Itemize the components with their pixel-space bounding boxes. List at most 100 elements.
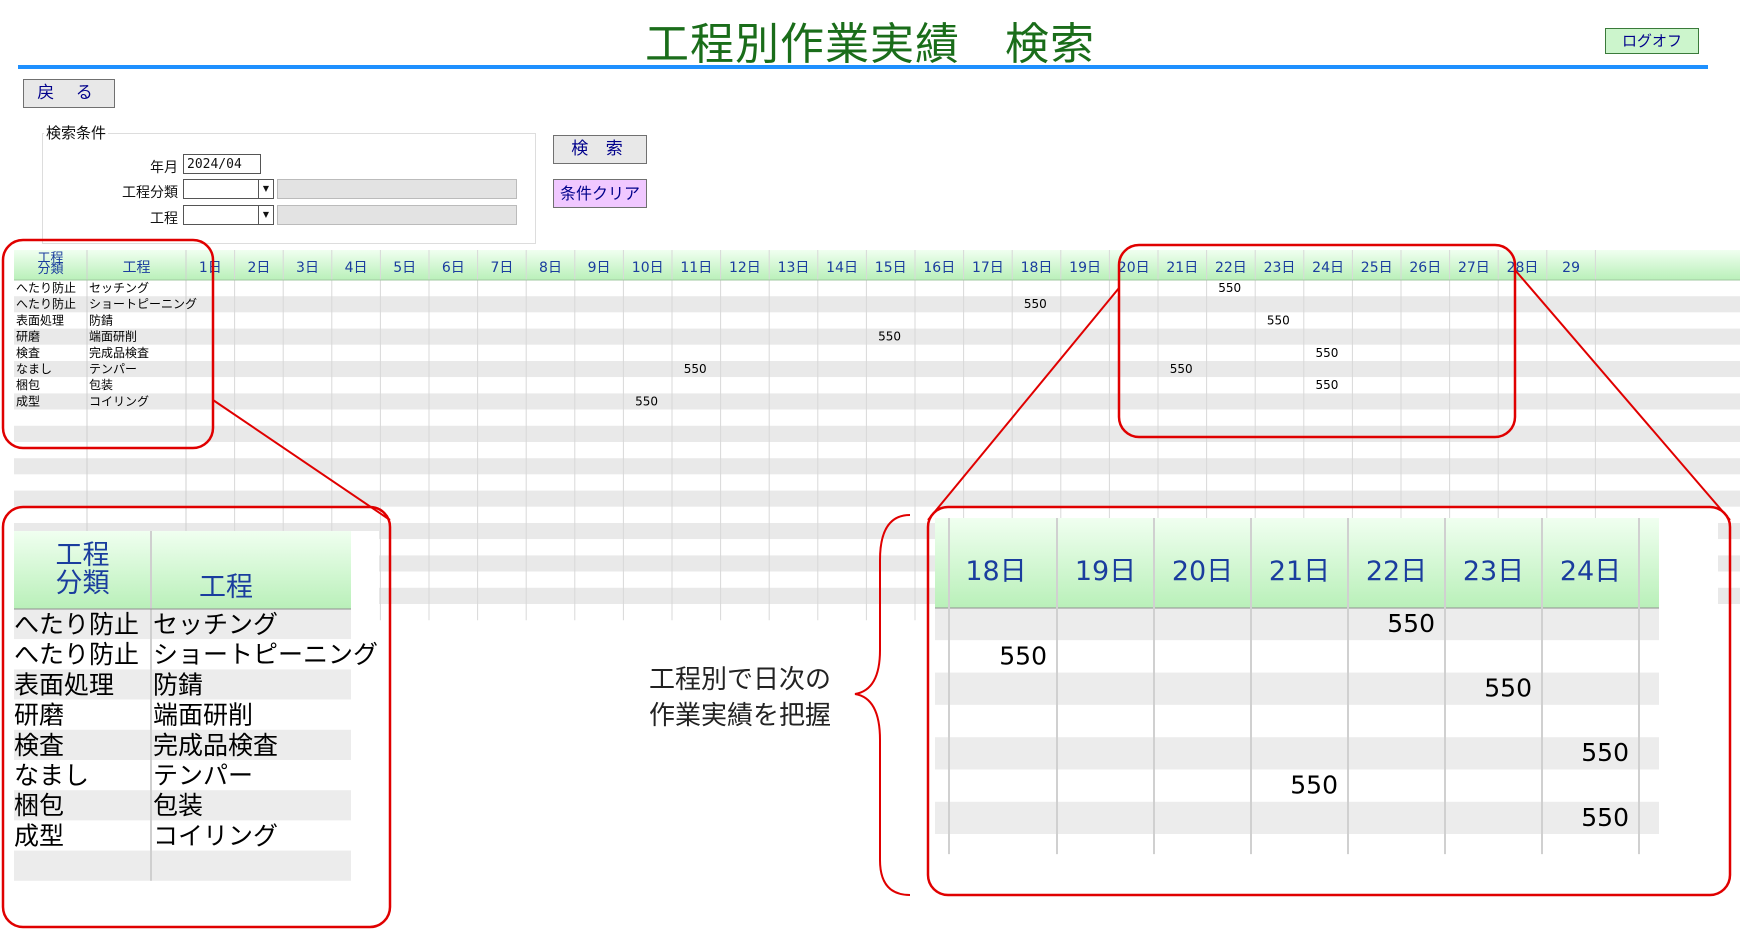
zoom-row-process: ショートピーニング — [153, 640, 378, 669]
row-process: セッチング — [89, 281, 149, 295]
zoom-cell-value: 550 — [1290, 771, 1338, 800]
table-row — [14, 393, 1740, 410]
zoom-row — [935, 608, 1659, 641]
year-month-label: 年月 — [150, 160, 178, 176]
zoom-row-category: 検査 — [14, 731, 64, 760]
header-day: 16日 — [923, 260, 955, 276]
zoom-header-day: 23日 — [1463, 556, 1524, 587]
cell-value: 550 — [635, 394, 658, 408]
header-day: 23日 — [1264, 260, 1296, 276]
table-row — [14, 474, 1740, 491]
process-name — [277, 205, 517, 225]
header-day: 14日 — [826, 260, 858, 276]
zoom-row-category: へたり防止 — [14, 610, 139, 639]
table-row — [14, 280, 1740, 297]
table-row — [14, 409, 1740, 426]
header-day: 6日 — [442, 260, 465, 276]
zoom-header-day: 24日 — [1560, 556, 1621, 587]
process-category-name — [277, 179, 517, 199]
zoom-cell-value: 550 — [1387, 609, 1435, 638]
zoom-row-category: 研磨 — [14, 701, 64, 730]
row-category: へたり防止 — [16, 280, 76, 295]
header-day: 1日 — [199, 260, 222, 276]
row-process: 防錆 — [89, 312, 113, 327]
header-day: 18日 — [1021, 260, 1053, 276]
table-row — [14, 442, 1740, 459]
row-process: コイリング — [89, 394, 149, 408]
header-day: 3日 — [296, 260, 319, 276]
header-day: 20日 — [1118, 260, 1150, 276]
table-row — [14, 328, 1740, 345]
process-category-select[interactable]: ▼ — [183, 179, 274, 199]
zoom-row-process: 完成品検査 — [153, 731, 278, 760]
zoom-row-process: コイリング — [153, 821, 278, 850]
zoom-row-process: 包装 — [153, 791, 203, 820]
zoom-header-day: 21日 — [1269, 556, 1330, 587]
zoom-row — [14, 850, 351, 881]
zoom-header-day: 19日 — [1075, 556, 1136, 587]
zoom-cell-value: 550 — [1484, 674, 1532, 703]
cell-value: 550 — [1267, 313, 1290, 327]
zoom-row — [935, 801, 1659, 835]
row-category: なまし — [16, 362, 52, 376]
process-select[interactable]: ▼ — [183, 205, 274, 225]
table-row — [14, 361, 1740, 378]
cell-value: 550 — [1170, 362, 1193, 376]
cell-value: 550 — [684, 362, 707, 376]
cell-value: 550 — [1024, 297, 1047, 311]
zoom-header-day: 22日 — [1366, 556, 1427, 587]
header-day: 19日 — [1069, 260, 1101, 276]
header-process: 工程 — [123, 260, 151, 276]
back-button[interactable]: 戻 る — [23, 79, 115, 108]
table-row — [14, 377, 1740, 394]
zoom-right-panel: 18日 19日 20日 21日 22日 23日 24日 550 550 550 550 550 550 — [935, 518, 1718, 883]
table-row — [14, 425, 1740, 442]
dropdown-arrow-icon[interactable]: ▼ — [258, 206, 273, 224]
header-day: 7日 — [490, 260, 513, 276]
table-row — [14, 296, 1740, 313]
zoom-row — [935, 737, 1659, 770]
header-day: 12日 — [729, 260, 761, 276]
table-row — [14, 458, 1740, 475]
zoom-row — [935, 834, 1659, 855]
header-day: 26日 — [1409, 260, 1441, 276]
zoom-row-process: 防錆 — [153, 670, 203, 699]
zoom-header-process: 工程 — [199, 572, 253, 603]
header-day: 2日 — [247, 260, 270, 276]
logoff-button[interactable]: ログオフ — [1605, 28, 1699, 54]
header-day: 29 — [1562, 260, 1580, 276]
table-row — [14, 312, 1740, 329]
table-row — [14, 490, 1740, 507]
zoom-header-day: 18日 — [965, 556, 1026, 587]
title-divider — [18, 65, 1708, 69]
zoom-row-process: テンパー — [153, 761, 253, 790]
zoom-cell-value: 550 — [999, 641, 1047, 670]
zoom-row-process: セッチング — [153, 610, 278, 639]
header-day: 9日 — [588, 260, 611, 276]
zoom-row — [935, 704, 1659, 738]
zoom-cell-value: 550 — [1581, 803, 1629, 832]
header-day: 28日 — [1507, 260, 1539, 276]
zoom-row-category: 表面処理 — [14, 670, 114, 699]
zoom-left-panel: 工程分類 工程へたり防止 セッチングへたり防止 ショートピーニング表面処理 防錆研磨 端面… — [14, 531, 379, 917]
process-category-label: 工程分類 — [122, 185, 178, 201]
year-month-input[interactable]: 2024/04 — [183, 154, 261, 174]
row-category: 成型 — [16, 394, 40, 408]
header-category: 分類 — [37, 262, 63, 277]
annotation-text: 工程別で日次の 作業実績を把握 — [630, 662, 850, 734]
dropdown-arrow-icon[interactable]: ▼ — [258, 180, 273, 198]
header-day: 13日 — [778, 260, 810, 276]
header-day: 11日 — [680, 260, 712, 276]
page-title: 工程別作業実績 検索 — [645, 19, 1095, 70]
cell-value: 550 — [1315, 378, 1338, 392]
annotation-line: 工程別で日次の 作業実績を把握 — [648, 665, 831, 731]
header-day: 8日 — [539, 260, 562, 276]
row-process: ショートピーニング — [89, 297, 197, 311]
zoom-cell-value: 550 — [1581, 738, 1629, 767]
search-button[interactable]: 検 索 — [553, 135, 647, 164]
zoom-header-category: 工程 — [56, 540, 110, 571]
row-process: テンパー — [89, 362, 137, 376]
zoom-row-category: なまし — [14, 761, 89, 790]
header-day: 5日 — [393, 260, 416, 276]
clear-conditions-button[interactable]: 条件クリア — [553, 179, 647, 208]
